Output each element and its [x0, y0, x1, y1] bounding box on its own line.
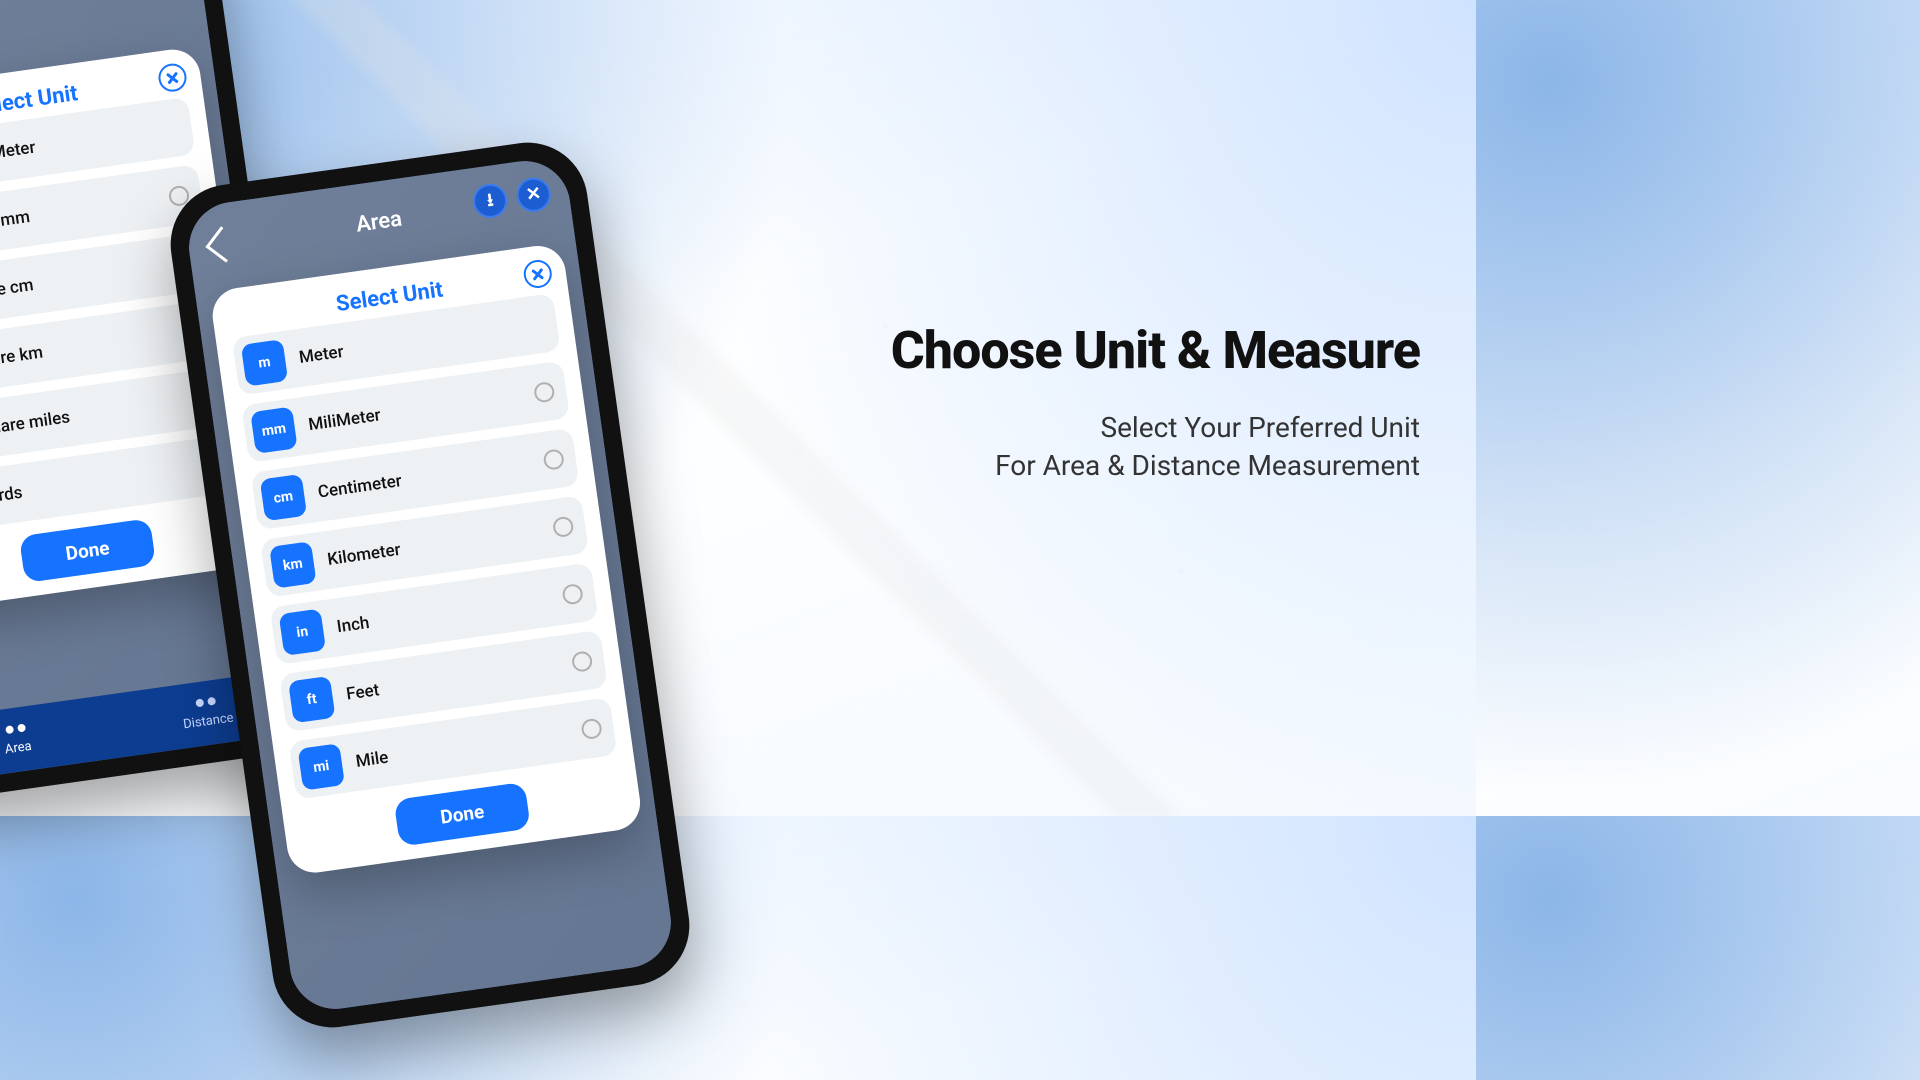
- unit-badge: km: [269, 541, 316, 588]
- unit-label: Kilometer: [326, 540, 402, 570]
- unit-label: Square cm: [0, 275, 35, 306]
- unit-badge: in: [279, 609, 326, 656]
- unit-label: Feet: [345, 680, 381, 704]
- unit-label: Square mm: [0, 207, 31, 239]
- unit-label: MiliMeter: [307, 405, 382, 435]
- unit-list-distance: m Meter mm MiliMeter cm Centimeter km Ki…: [232, 293, 618, 800]
- done-button[interactable]: Done: [394, 782, 531, 847]
- download-icon[interactable]: ⭳: [471, 182, 509, 220]
- radio-icon[interactable]: [561, 583, 584, 606]
- unit-label: Inch: [336, 613, 371, 637]
- unit-label: Centimeter: [317, 471, 403, 503]
- unit-label: Meter: [298, 342, 345, 368]
- unit-badge: m: [241, 339, 288, 386]
- subheadline: Select Your Preferred Unit For Area & Di…: [760, 409, 1420, 485]
- unit-badge: cm: [260, 474, 307, 521]
- radio-icon[interactable]: [533, 381, 556, 404]
- unit-badge: ft: [288, 676, 335, 723]
- done-button[interactable]: Done: [19, 518, 156, 583]
- headline: Choose Unit & Measure: [760, 320, 1420, 381]
- radio-icon[interactable]: [580, 718, 603, 741]
- area-tab-icon: [5, 723, 27, 740]
- unit-label: Square Meter: [0, 138, 37, 172]
- radio-icon[interactable]: [552, 516, 575, 539]
- unit-badge: mi: [298, 743, 345, 790]
- radio-icon[interactable]: [571, 650, 594, 673]
- unit-label: Square miles: [0, 407, 71, 441]
- tab-area[interactable]: Area: [0, 695, 117, 785]
- unit-label: Mile: [355, 748, 390, 772]
- radio-icon[interactable]: [542, 448, 565, 471]
- close-circle-icon[interactable]: ✕: [514, 176, 552, 214]
- unit-label: yards: [0, 483, 24, 509]
- marketing-copy-block: Choose Unit & Measure Select Your Prefer…: [760, 320, 1420, 485]
- distance-tab-icon: [195, 696, 217, 713]
- unit-label: Square km: [0, 342, 44, 373]
- unit-badge: mm: [250, 406, 297, 453]
